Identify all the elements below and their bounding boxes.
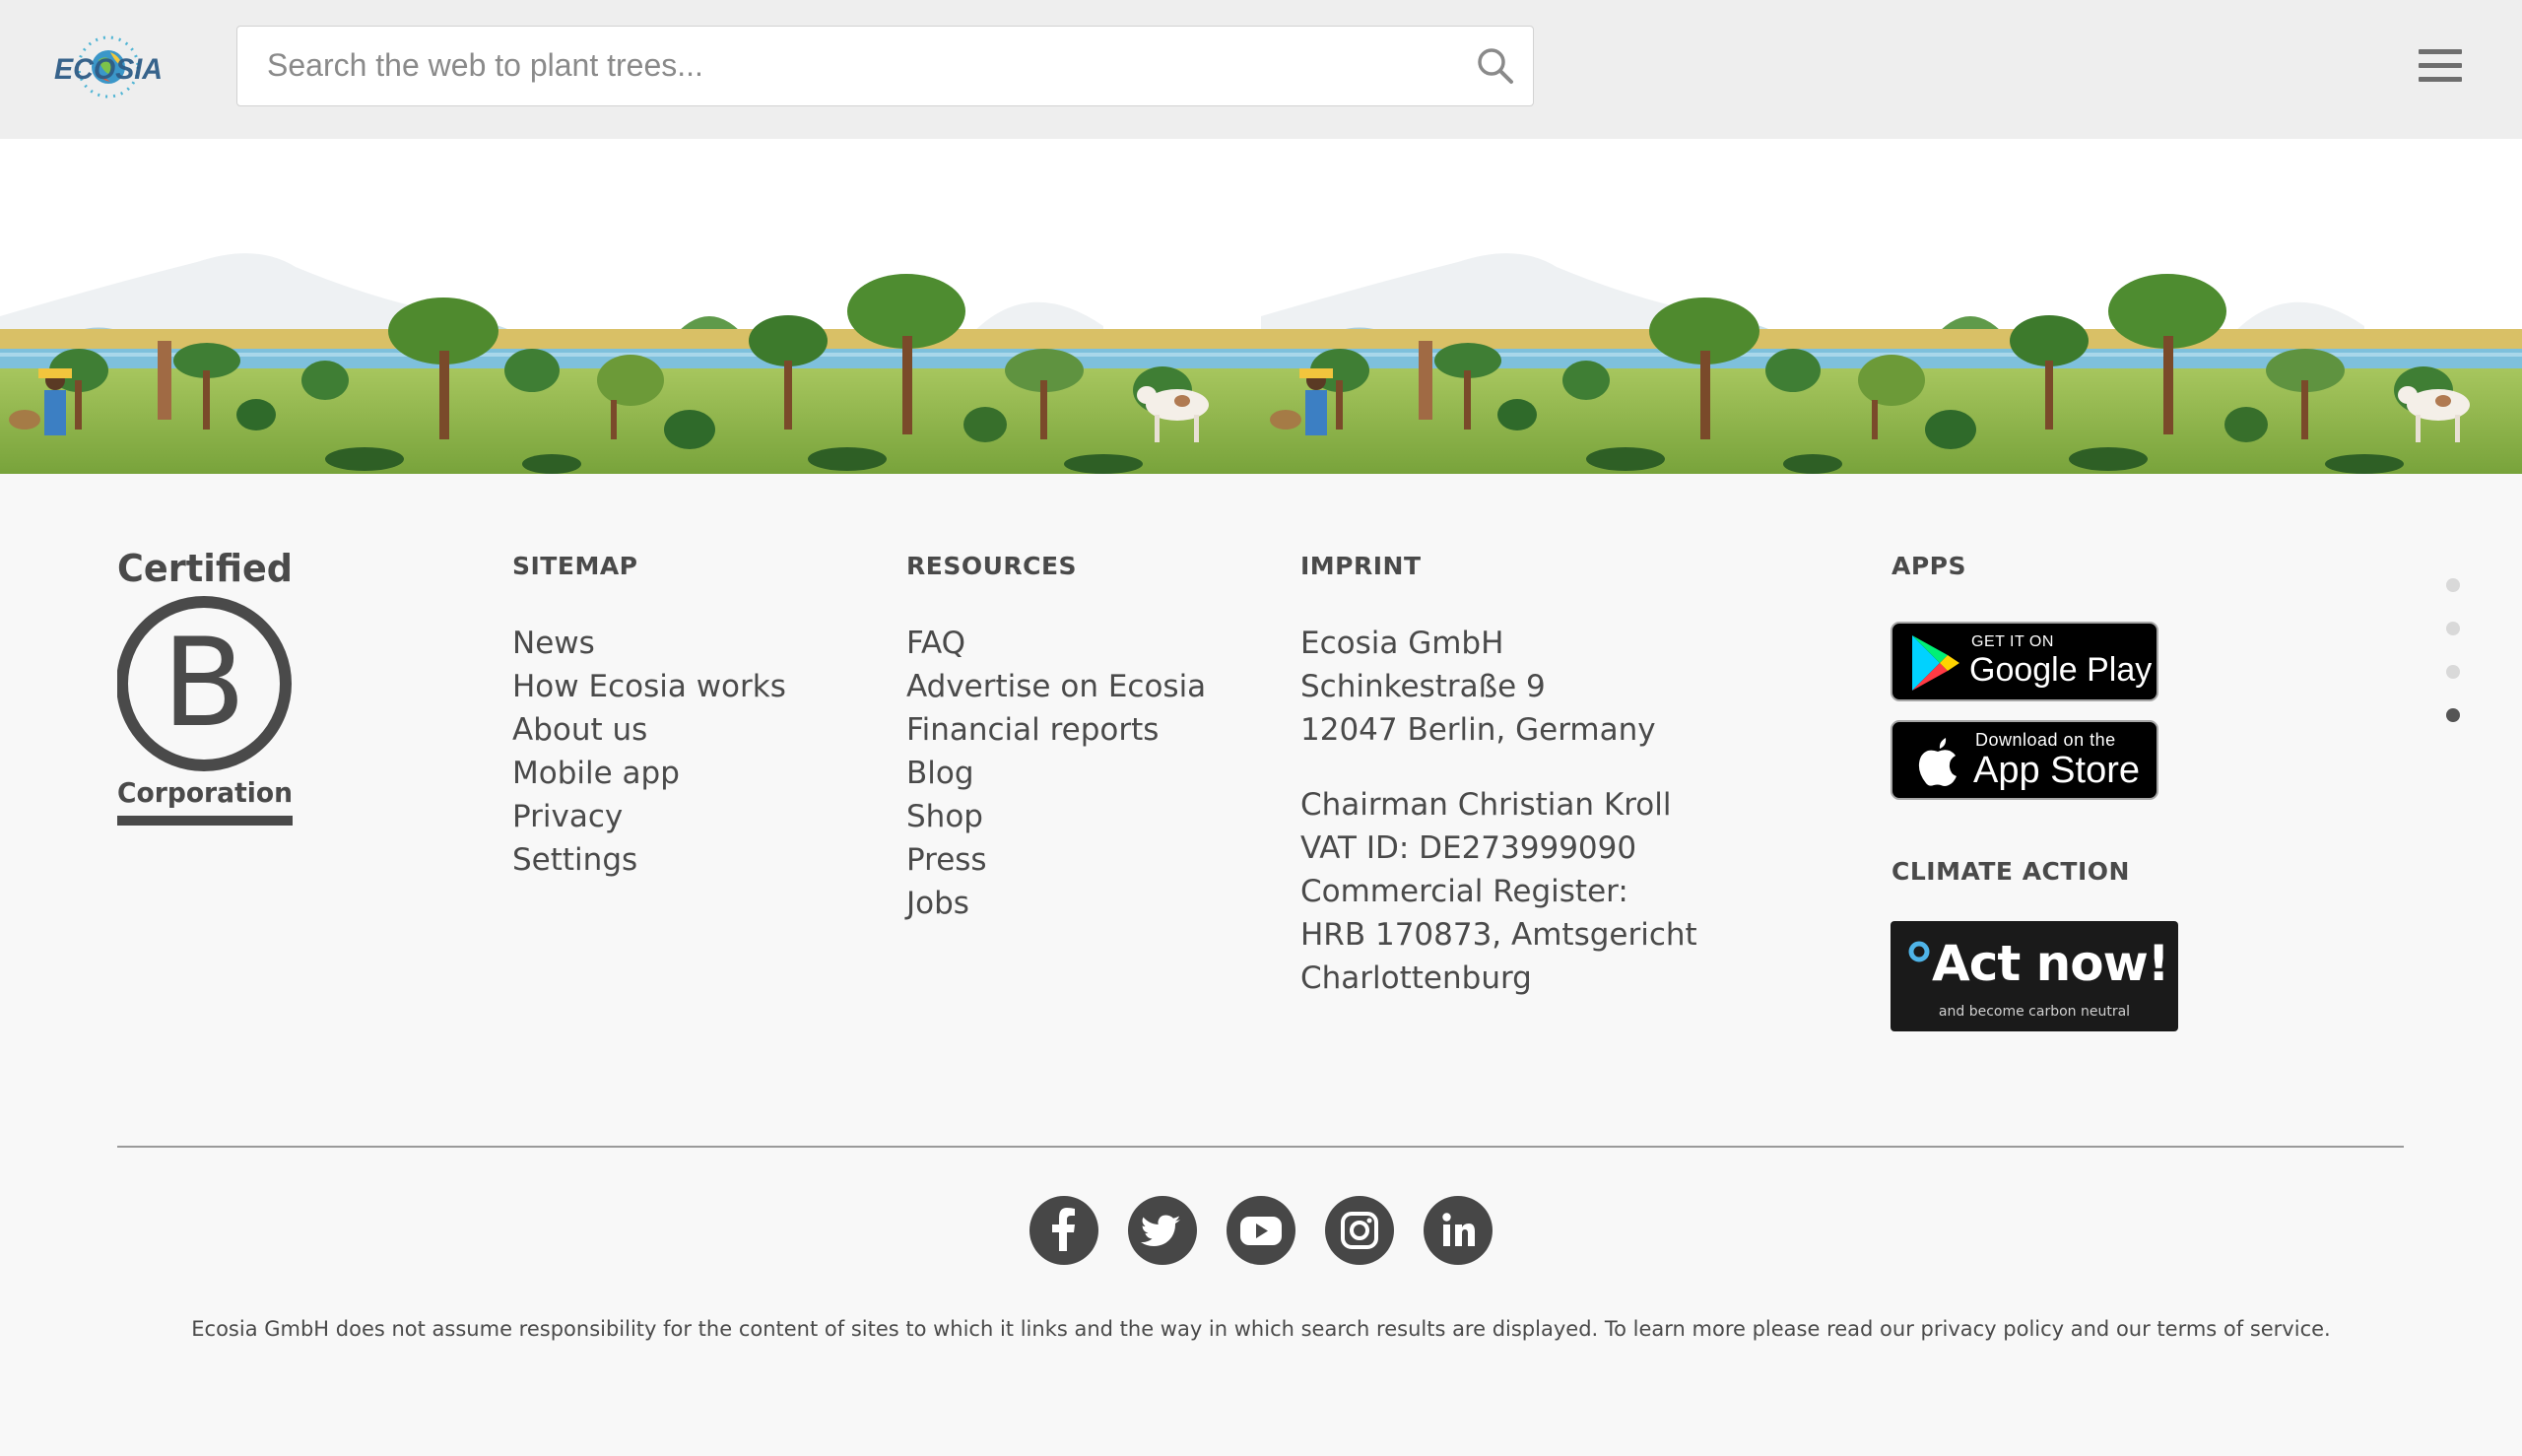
sitemap-item-privacy: Privacy	[512, 795, 786, 838]
hamburger-menu-icon[interactable]	[2419, 49, 2462, 83]
resources-link[interactable]: FAQ	[906, 626, 965, 661]
imprint-line: VAT ID: DE273999090	[1300, 830, 1637, 866]
bcorp-corporation-text: Corporation	[117, 776, 293, 809]
sitemap-link[interactable]: Privacy	[512, 799, 623, 834]
resources-item-faq: FAQ	[906, 622, 1206, 665]
bcorp-letter: B	[162, 613, 245, 755]
imprint-address: Ecosia GmbH Schinkestraße 9 12047 Berlin…	[1300, 622, 1656, 752]
resources-link[interactable]: Press	[906, 842, 987, 878]
google-play-big-text: Google Play	[1969, 651, 2153, 689]
act-now-subtitle: and become carbon neutral	[1938, 1004, 2131, 1020]
twitter-icon[interactable]	[1128, 1196, 1197, 1265]
imprint-line: Ecosia GmbH	[1300, 626, 1504, 661]
sitemap-link[interactable]: About us	[512, 712, 647, 748]
imprint-line: Chairman Christian Kroll	[1300, 787, 1672, 823]
logo-text: ECOSIA	[54, 53, 163, 86]
resources-item-advertise: Advertise on Ecosia	[906, 665, 1206, 708]
search-icon[interactable]	[1476, 46, 1515, 86]
resources-link[interactable]: Advertise on Ecosia	[906, 669, 1206, 704]
resources-item-blog: Blog	[906, 752, 1206, 795]
search-bar	[236, 26, 1534, 106]
facebook-icon[interactable]	[1029, 1196, 1098, 1265]
imprint-line: HRB 170873, Amtsgericht	[1300, 917, 1697, 953]
section-dot[interactable]	[2446, 622, 2460, 635]
google-play-small-text: GET IT ON	[1971, 633, 2054, 650]
legal-disclaimer: Ecosia GmbH does not assume responsibili…	[191, 1317, 2331, 1341]
act-now-title: Act now!	[1932, 935, 2170, 992]
apple-icon	[1918, 738, 1957, 786]
resources-item-shop: Shop	[906, 795, 1206, 838]
app-store-small-text: Download on the	[1975, 730, 2116, 750]
climate-dot-icon	[1908, 941, 1930, 962]
sitemap-item-mobile-app: Mobile app	[512, 752, 786, 795]
sitemap-link[interactable]: Mobile app	[512, 756, 680, 791]
resources-item-financial-reports: Financial reports	[906, 708, 1206, 752]
youtube-icon[interactable]	[1227, 1196, 1295, 1265]
imprint-heading: IMPRINT	[1300, 552, 1422, 580]
section-dot[interactable]	[2446, 578, 2460, 592]
resources-link[interactable]: Financial reports	[906, 712, 1159, 748]
bcorp-certification-badge[interactable]: Certified B Corporation	[116, 546, 304, 831]
resources-item-press: Press	[906, 838, 1206, 882]
ecosia-logo[interactable]: ECOSIA	[51, 25, 166, 103]
search-input[interactable]	[237, 27, 1498, 104]
imprint-line: Schinkestraße 9	[1300, 669, 1546, 704]
sitemap-item-about-us: About us	[512, 708, 786, 752]
imprint-line: Commercial Register:	[1300, 874, 1628, 909]
resources-list: FAQ Advertise on Ecosia Financial report…	[906, 622, 1206, 925]
section-dot[interactable]	[2446, 665, 2460, 679]
sitemap-link[interactable]: Settings	[512, 842, 637, 878]
sitemap-link[interactable]: How Ecosia works	[512, 669, 786, 704]
top-bar: ECOSIA	[0, 0, 2522, 139]
resources-link[interactable]: Blog	[906, 756, 974, 791]
imprint-line: 12047 Berlin, Germany	[1300, 712, 1656, 748]
climate-action-heading: CLIMATE ACTION	[1892, 857, 2130, 886]
landscape-illustration	[0, 223, 2522, 474]
linkedin-icon[interactable]	[1424, 1196, 1493, 1265]
app-store-badge[interactable]: Download on the App Store	[1891, 720, 2158, 800]
resources-link[interactable]: Jobs	[906, 886, 969, 921]
footer-divider	[117, 1146, 2404, 1148]
google-play-icon	[1912, 635, 1959, 691]
imprint-company-info: Chairman Christian Kroll VAT ID: DE27399…	[1300, 783, 1697, 1000]
app-store-big-text: App Store	[1973, 750, 2140, 791]
imprint-line: Charlottenburg	[1300, 960, 1532, 996]
sitemap-item-how-ecosia-works: How Ecosia works	[512, 665, 786, 708]
sitemap-link[interactable]: News	[512, 626, 595, 661]
instagram-icon[interactable]	[1325, 1196, 1394, 1265]
sitemap-heading: SITEMAP	[512, 552, 638, 580]
bcorp-certified-text: Certified	[117, 547, 293, 590]
google-play-badge[interactable]: GET IT ON Google Play	[1891, 622, 2158, 701]
apps-heading: APPS	[1892, 552, 1966, 580]
sitemap-item-news: News	[512, 622, 786, 665]
sitemap-item-settings: Settings	[512, 838, 786, 882]
page-bottom	[0, 1365, 2522, 1456]
resources-heading: RESOURCES	[906, 552, 1078, 580]
section-dot-active[interactable]	[2446, 708, 2460, 722]
resources-link[interactable]: Shop	[906, 799, 983, 834]
resources-item-jobs: Jobs	[906, 882, 1206, 925]
sitemap-list: News How Ecosia works About us Mobile ap…	[512, 622, 786, 882]
act-now-badge[interactable]: Act now! and become carbon neutral	[1891, 921, 2178, 1031]
